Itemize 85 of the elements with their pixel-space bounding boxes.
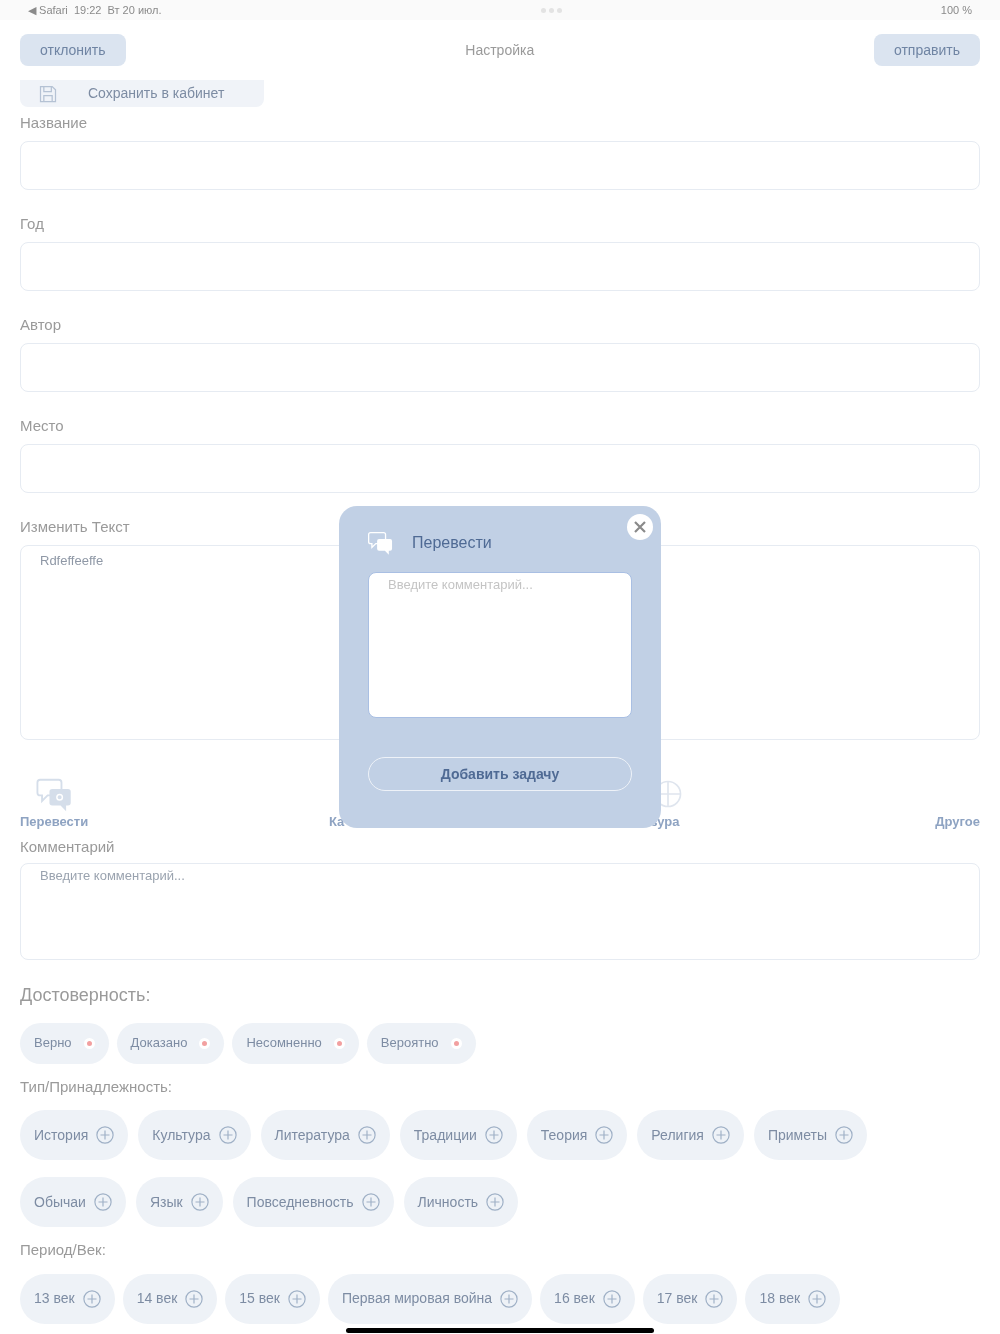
plus-circle-icon <box>287 1289 306 1308</box>
tag-label: Культура <box>152 1125 211 1145</box>
plus-circle-icon <box>361 1193 380 1211</box>
tag-label: Религия <box>651 1125 704 1145</box>
plus-circle-icon <box>500 1289 519 1308</box>
tag-chip[interactable]: 14 век <box>122 1273 218 1324</box>
input-field[interactable] <box>20 242 980 291</box>
tag-chip[interactable]: Религия <box>637 1110 744 1160</box>
tag-chip[interactable]: Приметы <box>753 1110 867 1160</box>
tag-chip[interactable]: Повседневность <box>232 1177 394 1227</box>
reliability-chip[interactable]: Вероятно <box>366 1022 476 1064</box>
tag-label: 16 век <box>554 1289 595 1308</box>
tag-label: 17 век <box>656 1289 698 1308</box>
plus-circle-icon <box>711 1126 730 1144</box>
plus-circle-icon <box>484 1126 503 1144</box>
plus-circle-icon <box>486 1193 505 1211</box>
plus-circle-icon <box>82 1289 101 1308</box>
status-text: ◀ Safari 19:22 Вт 20 июл. <box>28 2 162 18</box>
tag-chip[interactable]: История <box>20 1110 129 1160</box>
tag-chip[interactable]: 17 век <box>642 1273 738 1324</box>
reliability-chip[interactable]: Доказано <box>116 1022 225 1064</box>
tag-label: Теория <box>540 1125 588 1145</box>
tag-chip[interactable]: 18 век <box>745 1273 841 1324</box>
plus-circle-icon <box>96 1126 115 1144</box>
comment-field[interactable]: Введите комментарий... <box>368 572 632 718</box>
tag-label: Язык <box>149 1192 183 1212</box>
tag-chip[interactable]: Теория <box>526 1110 628 1160</box>
plus-circle-icon <box>190 1193 209 1211</box>
field-label: Год <box>20 213 44 234</box>
tag-label: Первая мировая война <box>341 1289 493 1308</box>
tag-label: Повседневность <box>246 1192 354 1212</box>
reliability-title: Достоверность: <box>20 983 152 1007</box>
field-label: Место <box>20 415 64 436</box>
close-button[interactable] <box>627 514 653 540</box>
tag-chip[interactable]: Традиции <box>399 1110 517 1160</box>
task-label[interactable]: Другое <box>935 814 980 830</box>
plus-circle-icon <box>595 1126 614 1144</box>
tag-label: 18 век <box>759 1289 801 1308</box>
tag-label: Обычаи <box>34 1192 86 1212</box>
tag-chip[interactable]: Литература <box>260 1110 390 1160</box>
tag-label: Приметы <box>767 1125 827 1145</box>
task-label[interactable]: Ка <box>329 814 345 830</box>
reliability-chip[interactable]: Несомненно <box>232 1022 359 1064</box>
plus-circle-icon <box>808 1289 827 1308</box>
plus-circle-icon <box>602 1289 621 1308</box>
tag-chip[interactable]: Обычаи <box>20 1177 126 1227</box>
tag-chip[interactable]: Культура <box>138 1110 251 1160</box>
plus-circle-icon <box>357 1126 376 1144</box>
plus-circle-icon <box>185 1289 204 1308</box>
tag-chip[interactable]: 15 век <box>225 1273 320 1324</box>
field-label: Автор <box>20 314 62 335</box>
field-label: Название <box>20 112 88 133</box>
save-to-cabinet-button[interactable]: Сохранить в кабинет <box>20 80 264 107</box>
input-field[interactable] <box>20 343 980 392</box>
type-title: Тип/Принадлежность: <box>20 1076 173 1097</box>
period-title: Период/Век: <box>20 1240 107 1260</box>
tag-label: Литература <box>274 1125 350 1145</box>
plus-circle-icon <box>218 1126 237 1144</box>
decline-button[interactable]: отклонить <box>20 34 126 66</box>
tag-chip[interactable]: Личность <box>403 1177 519 1227</box>
battery-text: 100 % <box>940 2 972 18</box>
tag-chip[interactable]: Первая мировая война <box>327 1273 533 1324</box>
send-button[interactable]: отправить <box>873 34 980 66</box>
page-title: Настройка <box>465 40 535 60</box>
plus-circle-icon <box>835 1126 853 1144</box>
tag-label: История <box>34 1125 89 1145</box>
tag-label: Традиции <box>413 1125 477 1145</box>
reliability-chip[interactable]: Верно <box>20 1022 109 1064</box>
plus-circle-icon <box>93 1193 112 1211</box>
tag-chip[interactable]: 16 век <box>540 1273 635 1324</box>
field-label: Изменить Текст <box>20 516 130 537</box>
tag-label: 14 век <box>136 1289 178 1308</box>
tag-chip[interactable]: 13 век <box>20 1273 115 1324</box>
save-icon <box>38 83 58 104</box>
task-label[interactable]: Перевести <box>20 814 89 830</box>
tag-label: 15 век <box>239 1289 280 1308</box>
close-icon <box>634 521 646 533</box>
input-field[interactable] <box>20 444 980 493</box>
tag-label: Личность <box>417 1192 479 1212</box>
translate-icon <box>368 530 394 556</box>
tag-chip[interactable]: Язык <box>135 1177 223 1227</box>
input-field[interactable] <box>20 141 980 190</box>
comment-label: Комментарий <box>20 837 116 857</box>
plus-circle-icon <box>705 1289 724 1308</box>
tag-label: 13 век <box>34 1289 75 1308</box>
